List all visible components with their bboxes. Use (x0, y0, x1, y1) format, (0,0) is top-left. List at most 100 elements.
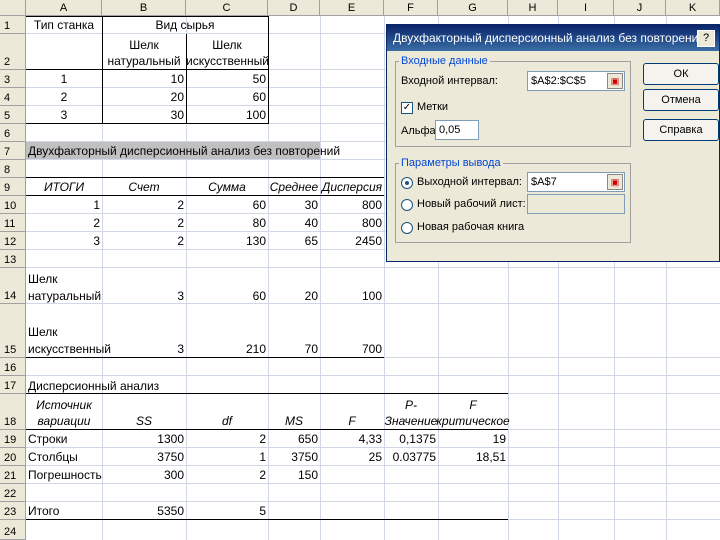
cell-d14[interactable]: 20 (268, 289, 318, 303)
cell-c2[interactable]: Шелк (186, 38, 268, 52)
cell-d11[interactable]: 40 (268, 216, 318, 230)
cell-d12[interactable]: 65 (268, 234, 318, 248)
row-header[interactable]: 5 (0, 106, 26, 124)
cell-d19[interactable]: 650 (268, 432, 318, 446)
cell-c23[interactable]: 5 (186, 504, 266, 518)
collapse-dialog-icon[interactable]: ▣ (607, 73, 623, 89)
cell-a19[interactable]: Строки (28, 432, 67, 446)
cell-a4[interactable]: 2 (26, 90, 102, 104)
cell-c4[interactable]: 60 (186, 90, 266, 104)
alpha-field[interactable]: 0,05 (435, 120, 479, 140)
row-header[interactable]: 9 (0, 178, 26, 196)
row-header[interactable]: 7 (0, 142, 26, 160)
cell-c19[interactable]: 2 (186, 432, 266, 446)
input-range-field[interactable]: $A$2:$C$5 ▣ (527, 71, 625, 91)
header-variance[interactable]: Дисперсия (320, 180, 384, 194)
cell-c20[interactable]: 1 (186, 450, 266, 464)
anova-header-ss[interactable]: SS (102, 414, 186, 428)
col-header-g[interactable]: G (438, 0, 508, 16)
new-book-label[interactable]: Новая рабочая книга (417, 221, 524, 233)
cell-b11[interactable]: 2 (102, 216, 184, 230)
row-header[interactable]: 2 (0, 34, 26, 70)
row-header[interactable]: 10 (0, 196, 26, 214)
cell-b20[interactable]: 3750 (102, 450, 184, 464)
row-header[interactable]: 12 (0, 232, 26, 250)
output-range-radio[interactable] (401, 177, 413, 189)
row-header[interactable]: 15 (0, 304, 26, 358)
cell-c15[interactable]: 210 (186, 342, 266, 356)
cell-a7-title[interactable]: Двухфакторный дисперсионный анализ без п… (28, 144, 340, 158)
row-header[interactable]: 6 (0, 124, 26, 142)
row-header[interactable]: 13 (0, 250, 26, 268)
col-header-h[interactable]: H (508, 0, 558, 16)
cell-a20[interactable]: Столбцы (28, 450, 78, 464)
help-icon[interactable]: ? (697, 30, 715, 47)
corner-cell[interactable] (0, 0, 26, 16)
cell-c14[interactable]: 60 (186, 289, 266, 303)
header-mean[interactable]: Среднее (268, 180, 320, 194)
cell-d10[interactable]: 30 (268, 198, 318, 212)
new-sheet-field[interactable] (527, 194, 625, 214)
cell-e15[interactable]: 700 (320, 342, 382, 356)
cell-a14[interactable]: Шелк (28, 272, 58, 286)
col-header-c[interactable]: C (186, 0, 268, 16)
cell-c11[interactable]: 80 (186, 216, 266, 230)
cell-d21[interactable]: 150 (268, 468, 318, 482)
cell-e11[interactable]: 800 (320, 216, 382, 230)
labels-checkbox-label[interactable]: Метки (417, 101, 448, 113)
cell-b10[interactable]: 2 (102, 198, 184, 212)
anova-header-fcrit[interactable]: F (438, 398, 508, 412)
col-header-f[interactable]: F (384, 0, 438, 16)
new-book-radio[interactable] (401, 222, 413, 234)
row-header[interactable]: 23 (0, 502, 26, 520)
col-header-b[interactable]: B (102, 0, 186, 16)
cell-b2[interactable]: Шелк (102, 38, 186, 52)
col-header-j[interactable]: J (614, 0, 666, 16)
cell-e20[interactable]: 25 (320, 450, 382, 464)
row-header[interactable]: 11 (0, 214, 26, 232)
cell-b3[interactable]: 10 (102, 72, 184, 86)
cell-a10[interactable]: 1 (26, 198, 100, 212)
cell-e14[interactable]: 100 (320, 289, 382, 303)
cell-c12[interactable]: 130 (186, 234, 266, 248)
cell-g20[interactable]: 18,51 (438, 450, 506, 464)
cell-a11[interactable]: 2 (26, 216, 100, 230)
cell-a1[interactable]: Тип станка (26, 18, 102, 32)
row-header[interactable]: 24 (0, 520, 26, 540)
cell-b12[interactable]: 2 (102, 234, 184, 248)
col-header-k[interactable]: K (666, 0, 720, 16)
cell-a15[interactable]: Шелк (28, 325, 58, 339)
header-count[interactable]: Счет (102, 180, 186, 194)
col-header-e[interactable]: E (320, 0, 384, 16)
cell-f19[interactable]: 0,1375 (384, 432, 436, 446)
col-header-a[interactable]: A (26, 0, 102, 16)
row-header[interactable]: 21 (0, 466, 26, 484)
cell-b19[interactable]: 1300 (102, 432, 184, 446)
anova-header-f[interactable]: F (320, 414, 384, 428)
cell-a12[interactable]: 3 (26, 234, 100, 248)
cancel-button[interactable]: Отмена (643, 89, 719, 111)
row-header[interactable]: 20 (0, 448, 26, 466)
cell-b23[interactable]: 5350 (102, 504, 184, 518)
cell-a23[interactable]: Итого (28, 504, 59, 518)
cell-c5[interactable]: 100 (186, 108, 266, 122)
cell-d20[interactable]: 3750 (268, 450, 318, 464)
row-header[interactable]: 16 (0, 358, 26, 376)
row-header[interactable]: 4 (0, 88, 26, 106)
col-header-i[interactable]: I (558, 0, 614, 16)
cell-b1[interactable]: Вид сырья (102, 18, 268, 32)
cell-a21[interactable]: Погрешность (28, 468, 102, 482)
cell-b21[interactable]: 300 (102, 468, 184, 482)
collapse-dialog-icon[interactable]: ▣ (607, 174, 623, 190)
row-header[interactable]: 17 (0, 376, 26, 394)
header-itogi[interactable]: ИТОГИ (26, 180, 102, 194)
cell-f20[interactable]: 0.03775 (384, 450, 436, 464)
header-sum[interactable]: Сумма (186, 180, 268, 194)
cell-b5[interactable]: 30 (102, 108, 184, 122)
row-header[interactable]: 14 (0, 268, 26, 304)
help-button[interactable]: Справка (643, 119, 719, 141)
cell-g19[interactable]: 19 (438, 432, 506, 446)
row-header[interactable]: 22 (0, 484, 26, 502)
cell-e10[interactable]: 800 (320, 198, 382, 212)
cell-e12[interactable]: 2450 (320, 234, 382, 248)
